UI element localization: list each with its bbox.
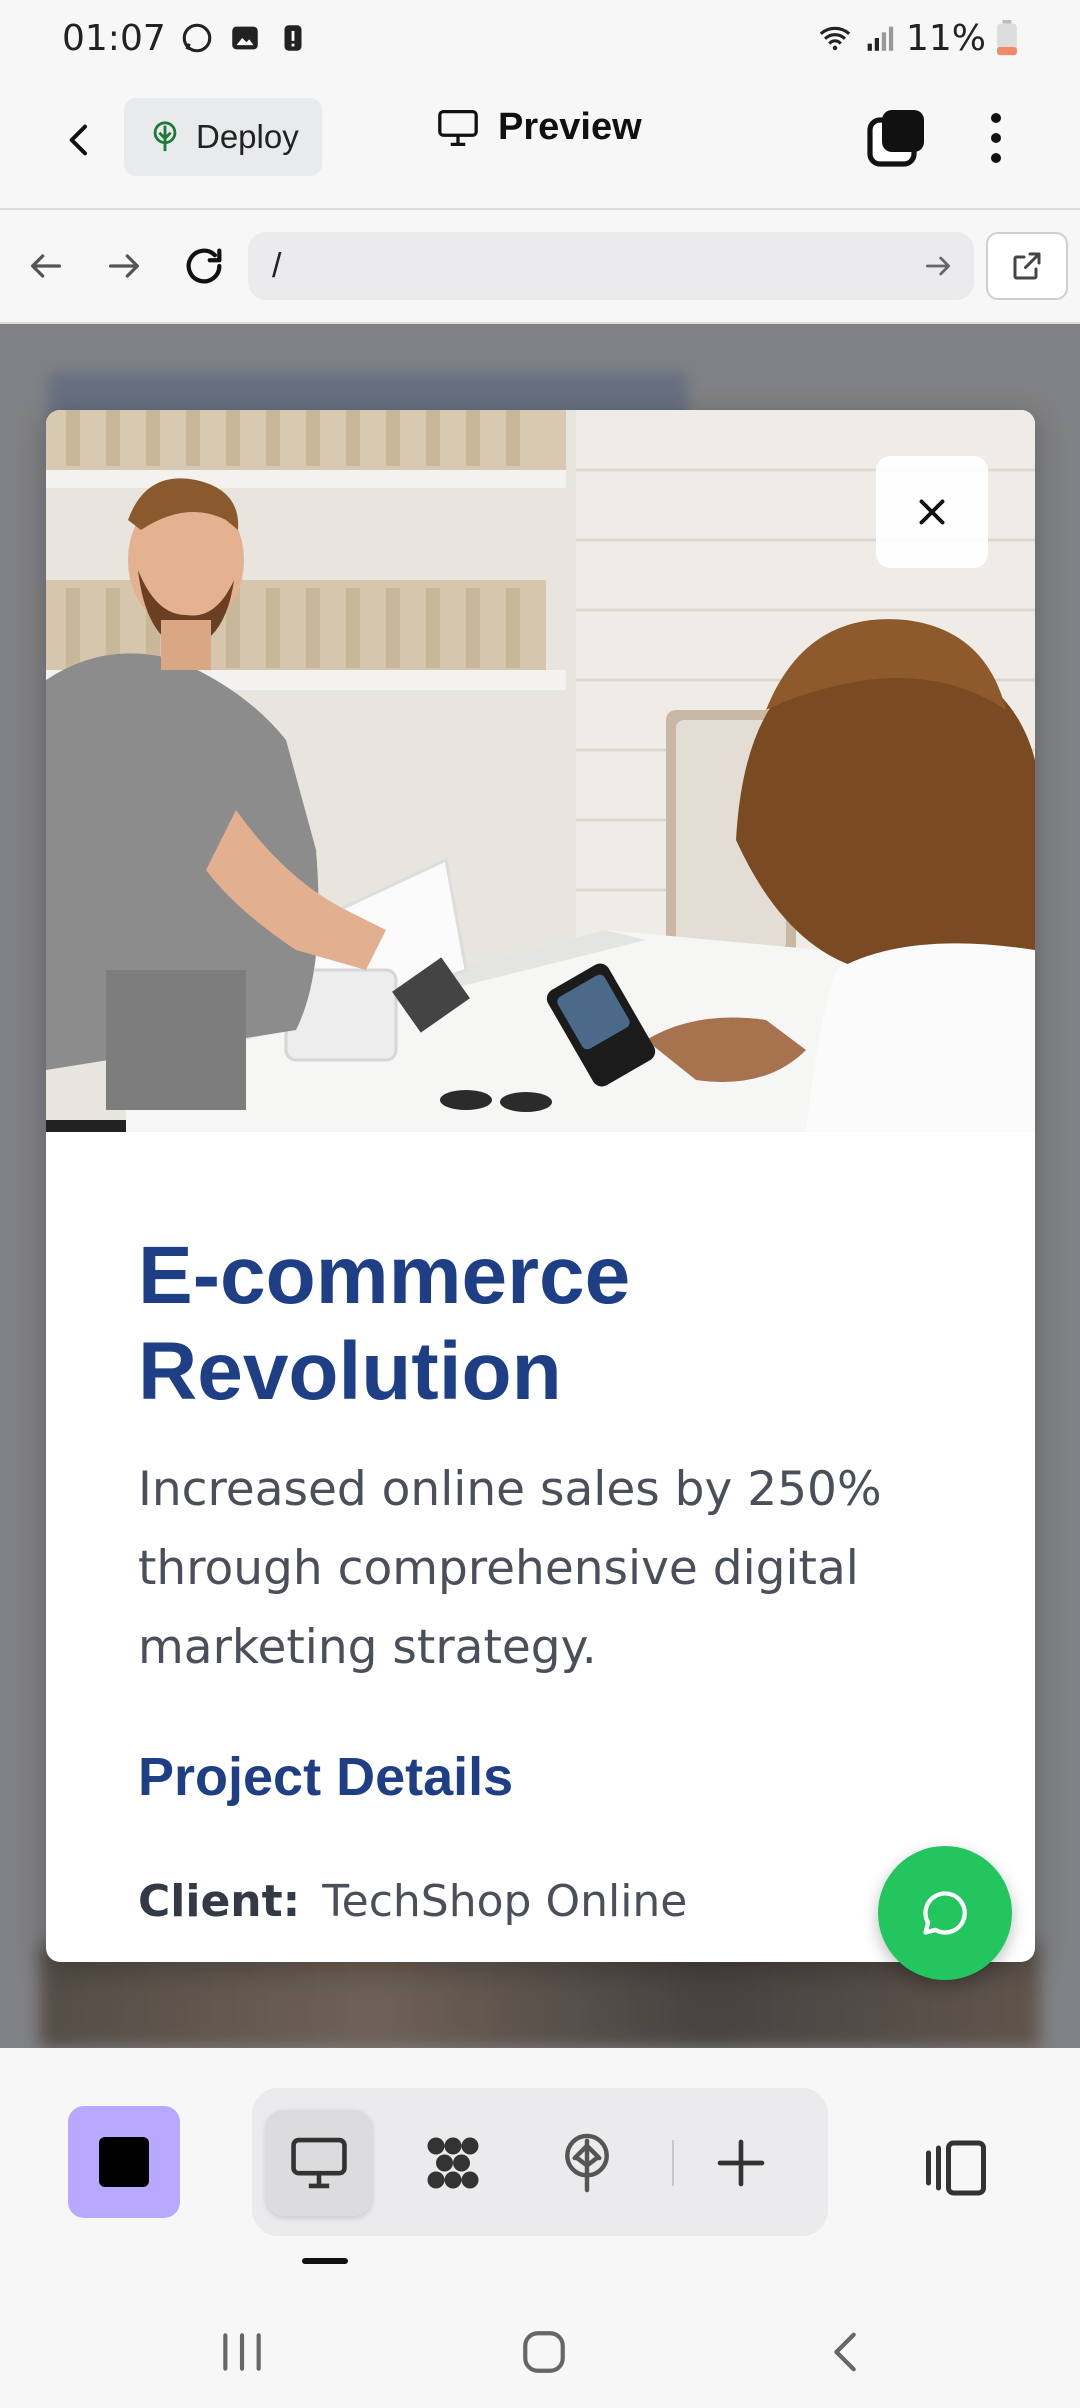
client-label: Client: — [138, 1876, 301, 1927]
url-text: / — [272, 246, 282, 285]
back-button[interactable] — [50, 110, 110, 170]
project-hero-image — [46, 410, 1035, 1132]
desktop-icon — [291, 2137, 347, 2189]
more-dot — [991, 113, 1001, 123]
signal-icon — [867, 26, 894, 51]
status-time: 01:07 — [62, 17, 166, 59]
project-title: E-commerce Revolution — [138, 1230, 631, 1417]
tabs-icon — [867, 110, 924, 167]
chat-button[interactable] — [878, 1846, 1012, 1980]
desktop-view-button[interactable] — [266, 2110, 372, 2216]
components-icon — [427, 2137, 479, 2189]
monitor-icon — [438, 109, 478, 146]
battery-text: 11% — [905, 17, 986, 59]
preview-title: Preview — [436, 106, 642, 149]
alert-icon — [284, 25, 302, 51]
split-view-button[interactable] — [916, 2128, 996, 2208]
arrow-right-icon — [109, 254, 139, 278]
more-menu-button[interactable] — [978, 106, 1014, 170]
more-dot — [991, 133, 1001, 143]
app-header: Deploy Preview — [0, 76, 1080, 208]
nav-back-button[interactable] — [18, 238, 74, 294]
components-button[interactable] — [400, 2110, 506, 2216]
system-navigation-bar — [0, 2292, 1080, 2408]
deploy-label: Deploy — [196, 118, 299, 155]
address-bar: / — [0, 210, 1080, 322]
project-description: Increased online sales by 250% through c… — [138, 1462, 882, 1675]
project-details-heading: Project Details — [138, 1747, 514, 1807]
chat-bubble-icon — [923, 1891, 967, 1935]
active-view-indicator — [302, 2258, 348, 2264]
client-value: TechShop Online — [322, 1876, 688, 1927]
open-external-button[interactable] — [986, 232, 1068, 300]
view-switcher — [252, 2088, 828, 2236]
system-back-button[interactable] — [806, 2312, 886, 2392]
deploy-view-button[interactable] — [534, 2110, 640, 2216]
preview-label: Preview — [498, 106, 642, 148]
deploy-tree-icon — [565, 2133, 609, 2193]
toolbar-divider — [672, 2140, 674, 2186]
go-arrow-icon[interactable] — [922, 250, 954, 282]
close-modal-button[interactable] — [876, 456, 988, 568]
external-link-icon — [1013, 252, 1041, 280]
url-input[interactable]: / — [248, 232, 974, 300]
deploy-tree-icon — [153, 121, 177, 152]
stop-icon — [99, 2137, 149, 2187]
tabs-button[interactable] — [864, 106, 928, 170]
client-row: Client: TechShop Online — [138, 1876, 687, 1927]
project-modal: E-commerce Revolution Increased online s… — [46, 410, 1035, 1962]
plus-icon — [717, 2139, 765, 2187]
recents-button[interactable] — [202, 2312, 282, 2392]
arrow-left-icon — [30, 254, 61, 278]
more-dot — [991, 153, 1001, 163]
close-icon — [919, 499, 945, 525]
nav-forward-button[interactable] — [96, 238, 152, 294]
status-bar: 01:07 11% — [0, 0, 1080, 76]
chevron-left-icon — [69, 124, 87, 156]
back-icon — [834, 2332, 856, 2372]
split-view-icon — [926, 2140, 986, 2196]
whatsapp-icon — [182, 23, 212, 53]
battery-icon — [997, 20, 1017, 56]
status-right: 11% — [818, 18, 1018, 59]
stop-button[interactable] — [68, 2106, 180, 2218]
recents-icon — [223, 2333, 261, 2371]
add-button[interactable] — [688, 2110, 794, 2216]
reload-button[interactable] — [176, 238, 232, 294]
deploy-button[interactable]: Deploy — [124, 98, 322, 176]
gallery-icon — [232, 26, 258, 50]
home-icon — [523, 2331, 565, 2373]
wifi-icon — [819, 26, 851, 51]
reload-icon — [186, 248, 222, 284]
status-left: 01:07 — [62, 18, 310, 59]
home-button[interactable] — [504, 2312, 584, 2392]
